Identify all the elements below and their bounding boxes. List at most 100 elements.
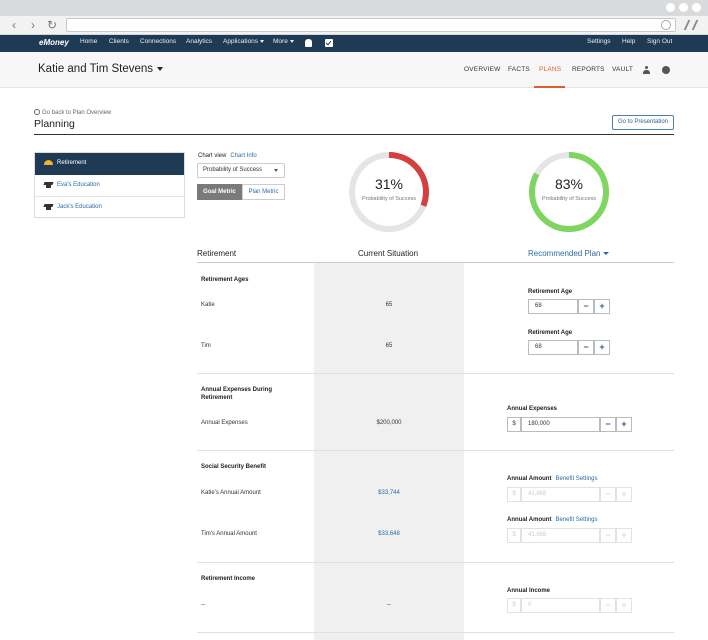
benefit-settings-link[interactable]: Benefit Settings xyxy=(555,517,597,523)
back-arrow-icon[interactable]: ‹ xyxy=(7,17,21,33)
goal-metric-toggle[interactable]: Goal Metric xyxy=(197,184,242,200)
field-label: Retirement Age xyxy=(528,289,573,295)
current-value-link[interactable]: $33,744 xyxy=(314,490,464,496)
emoney-logo[interactable]: eMoney xyxy=(39,38,69,47)
currency-prefix: $ xyxy=(507,487,521,502)
increment-button[interactable]: + xyxy=(616,487,632,502)
currency-prefix: $ xyxy=(507,417,521,432)
chart-view-label: Chart view Chart Info xyxy=(198,153,257,159)
divider xyxy=(197,262,674,263)
retirement-age-input[interactable]: 68 xyxy=(528,340,578,355)
nav-applications[interactable]: Applications xyxy=(223,38,265,45)
chart-view-selected: Probability of Success xyxy=(203,167,263,173)
sidebar-item-label: Jack's Education xyxy=(57,204,102,210)
sidebar-item-retirement[interactable]: Retirement xyxy=(35,153,184,175)
decrement-button[interactable]: − xyxy=(578,299,594,314)
increment-button[interactable]: + xyxy=(616,528,632,543)
nav-clients[interactable]: Clients xyxy=(109,38,129,45)
tab-facts[interactable]: FACTS xyxy=(508,66,530,73)
increment-button[interactable]: + xyxy=(616,598,632,613)
chevron-down-icon xyxy=(603,252,610,256)
client-header: Katie and Tim Stevens OVERVIEW FACTS PLA… xyxy=(0,52,708,88)
sidebar-item-jacks-education[interactable]: Jack's Education xyxy=(35,197,184,219)
chart-view-text: Chart view xyxy=(198,153,227,159)
divider xyxy=(197,450,674,451)
user-icon[interactable] xyxy=(643,66,650,74)
extension-icon[interactable] xyxy=(683,20,699,30)
nav-settings[interactable]: Settings xyxy=(587,38,611,45)
tasks-checkbox-icon[interactable] xyxy=(325,39,333,47)
field-label: Retirement Age xyxy=(528,330,573,336)
chart-info-link[interactable]: Chart Info xyxy=(230,153,256,159)
current-value: 65 xyxy=(385,302,393,308)
forward-arrow-icon[interactable]: › xyxy=(26,17,40,33)
decrement-button[interactable]: − xyxy=(600,528,616,543)
active-tab-indicator xyxy=(534,86,565,88)
current-value-link[interactable]: $33,648 xyxy=(314,531,464,537)
annual-amount-input[interactable]: 41,868 xyxy=(521,487,600,502)
row-label: Annual Expenses xyxy=(201,420,248,426)
decrement-button[interactable]: − xyxy=(600,487,616,502)
back-to-plan-overview-link[interactable]: Go back to Plan Overview xyxy=(34,109,111,116)
field-label: Annual Income xyxy=(507,588,551,594)
nav-applications-label: Applications xyxy=(223,38,259,45)
divider xyxy=(197,562,674,563)
gauge-label: Probability of Success xyxy=(361,196,417,202)
decrement-button[interactable]: − xyxy=(600,598,616,613)
nav-more[interactable]: More xyxy=(273,38,294,45)
tab-plans[interactable]: PLANS xyxy=(539,66,561,73)
globe-icon xyxy=(661,20,671,30)
annual-amount-input[interactable]: 41,868 xyxy=(521,528,600,543)
nav-sign-out[interactable]: Sign Out xyxy=(647,38,672,45)
current-situation-header: Current Situation xyxy=(358,249,419,258)
currency-prefix: $ xyxy=(507,598,521,613)
currency-prefix: $ xyxy=(507,528,521,543)
field-label: Annual Amount Benefit Settings xyxy=(507,517,597,523)
recommended-plan-dropdown[interactable]: Recommended Plan xyxy=(528,249,610,258)
recommended-plan-label: Recommended Plan xyxy=(528,249,601,258)
window-button[interactable] xyxy=(692,3,701,12)
row-label: Katie's Annual Amount xyxy=(201,490,261,496)
current-value: 65 xyxy=(385,343,393,349)
increment-button[interactable]: + xyxy=(616,417,632,432)
gauge-label: Probability of Success xyxy=(541,196,597,202)
client-selector[interactable]: Katie and Tim Stevens xyxy=(38,63,164,75)
chevron-down-icon xyxy=(274,169,278,172)
globe-icon[interactable] xyxy=(662,66,670,74)
retirement-age-input[interactable]: 68 xyxy=(528,299,578,314)
back-circle-icon xyxy=(34,109,40,115)
chevron-down-icon xyxy=(157,66,164,71)
increment-button[interactable]: + xyxy=(594,340,610,355)
window-button[interactable] xyxy=(666,3,675,12)
nav-home[interactable]: Home xyxy=(80,38,97,45)
tab-overview[interactable]: OVERVIEW xyxy=(464,66,501,73)
chart-view-select[interactable]: Probability of Success xyxy=(197,163,285,178)
decrement-button[interactable]: − xyxy=(600,417,616,432)
recommended-probability-gauge: 83% Probability of Success xyxy=(528,151,610,233)
increment-button[interactable]: + xyxy=(594,299,610,314)
current-value: $200,000 xyxy=(376,420,402,426)
go-to-presentation-button[interactable]: Go to Presentation xyxy=(612,115,674,130)
divider xyxy=(197,632,674,633)
chevron-down-icon xyxy=(289,39,294,43)
section-title: Social Security Benefit xyxy=(201,464,267,470)
decrement-button[interactable]: − xyxy=(578,340,594,355)
bell-icon[interactable] xyxy=(305,39,312,47)
gauge-percent: 31% xyxy=(374,176,404,192)
field-label-text: Annual Amount xyxy=(507,476,552,482)
benefit-settings-link[interactable]: Benefit Settings xyxy=(555,476,597,482)
reload-icon[interactable]: ↻ xyxy=(45,17,59,33)
plan-metric-toggle[interactable]: Plan Metric xyxy=(242,184,285,200)
tab-reports[interactable]: REPORTS xyxy=(572,66,605,73)
annual-expenses-input[interactable]: 180,000 xyxy=(521,417,600,432)
window-button[interactable] xyxy=(679,3,688,12)
sidebar-item-evas-education[interactable]: Eva's Education xyxy=(35,175,184,197)
graduation-cap-icon xyxy=(44,204,53,210)
address-bar[interactable] xyxy=(66,18,676,32)
nav-help[interactable]: Help xyxy=(622,38,635,45)
browser-titlebar xyxy=(0,0,708,16)
nav-connections[interactable]: Connections xyxy=(140,38,176,45)
annual-income-input[interactable]: 0 xyxy=(521,598,600,613)
nav-analytics[interactable]: Analytics xyxy=(186,38,212,45)
tab-vault[interactable]: VAULT xyxy=(612,66,633,73)
